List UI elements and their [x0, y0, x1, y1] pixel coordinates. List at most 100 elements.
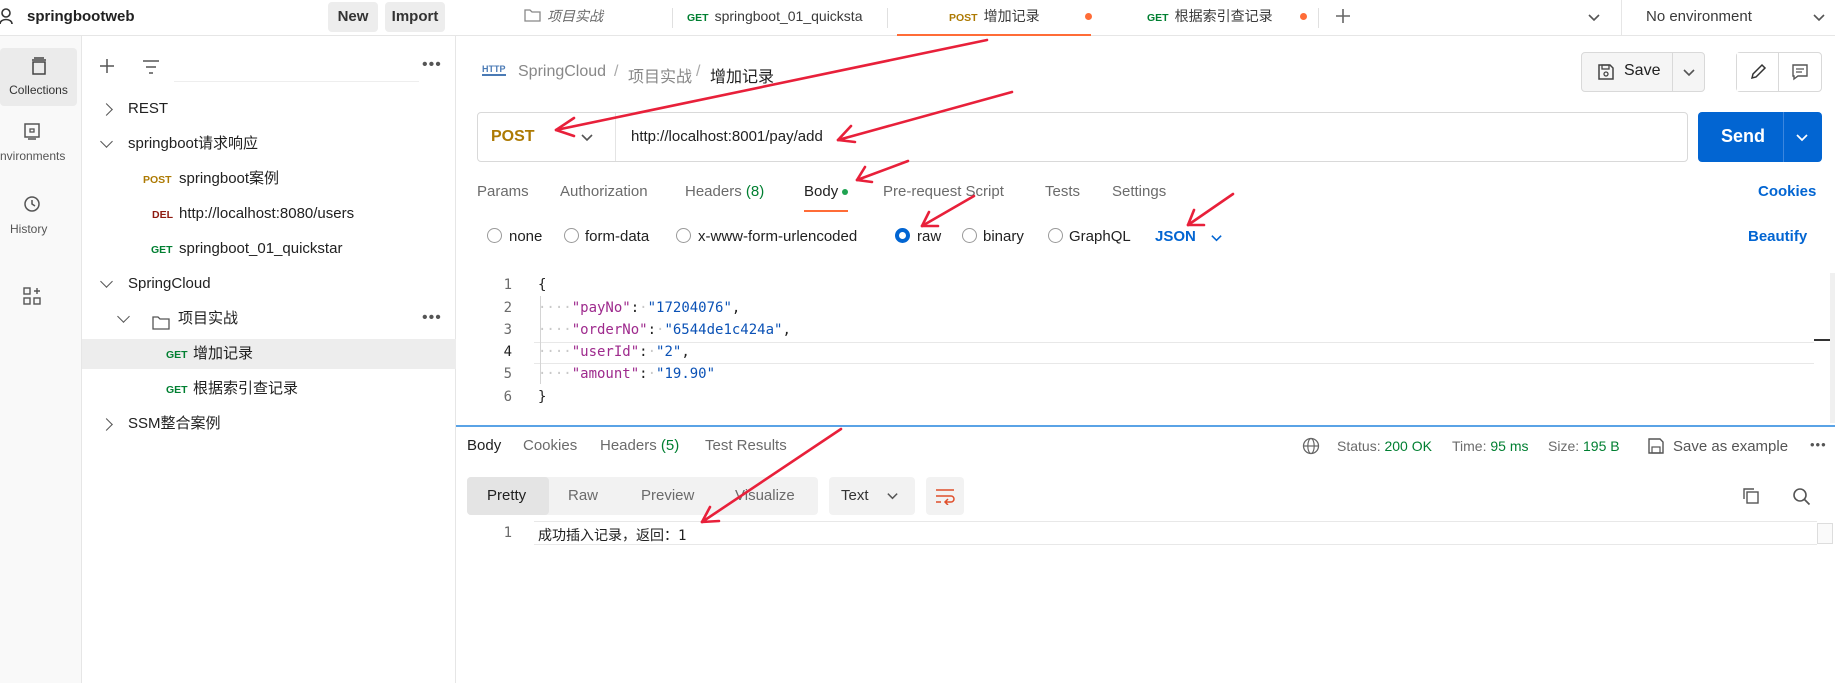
unsaved-dot [1300, 13, 1307, 20]
tab-prerequest-script[interactable]: Pre-request Script [883, 183, 1004, 200]
configure-workspace-icon[interactable] [22, 286, 42, 310]
response-status[interactable]: Status: 200 OK [1337, 438, 1432, 454]
save-as-example-button[interactable]: Save as example [1673, 438, 1788, 455]
tab-project[interactable]: 项目实战 [524, 0, 674, 34]
radio-binary[interactable] [962, 228, 977, 243]
tab-authorization[interactable]: Authorization [560, 183, 648, 200]
tree-item-label: springboot案例 [179, 170, 280, 187]
more-options-icon[interactable]: ••• [422, 303, 442, 333]
tree-item-label: 根据索引查记录 [193, 380, 299, 397]
send-button[interactable]: Send [1698, 112, 1822, 162]
code-line: ····"amount":·"19.90" [538, 366, 716, 382]
save-dropdown-icon[interactable] [1682, 65, 1696, 83]
editor-scrollbar[interactable] [1830, 273, 1835, 423]
tree-request-add-record[interactable]: GET 增加记录 [82, 339, 456, 369]
body-format-selector[interactable]: JSON [1155, 228, 1196, 245]
json-key: "amount" [571, 366, 640, 382]
response-tab-test-results[interactable]: Test Results [705, 437, 787, 454]
breadcrumb-separator: / [614, 63, 619, 80]
response-size[interactable]: Size: 195 B [1548, 438, 1620, 454]
breadcrumb-springcloud[interactable]: SpringCloud [518, 63, 606, 81]
response-format-label: Text [841, 487, 869, 504]
tab-query-record[interactable]: GET 根据索引查记录 [1147, 0, 1317, 34]
sidebar-item-collections[interactable]: Collections [0, 48, 77, 106]
tab-tests[interactable]: Tests [1045, 183, 1080, 200]
breadcrumb-project[interactable]: 项目实战 [628, 63, 692, 87]
sidebar-item-environments[interactable]: nvironments [0, 121, 80, 176]
annotation-arrow [855, 159, 910, 182]
view-raw[interactable]: Raw [568, 487, 598, 504]
view-preview[interactable]: Preview [641, 487, 694, 504]
tree-request-quickstart[interactable]: GET springboot_01_quickstar [82, 234, 456, 264]
tree-folder-project[interactable]: 项目实战 ••• [82, 304, 456, 334]
radio-form-data[interactable] [564, 228, 579, 243]
beautify-link[interactable]: Beautify [1748, 228, 1807, 245]
comment-icon[interactable] [1791, 63, 1809, 85]
json-key: "userId" [571, 344, 640, 360]
url-input[interactable]: http://localhost:8001/pay/add [631, 128, 823, 145]
save-button[interactable]: Save [1581, 52, 1705, 92]
view-pretty[interactable]: Pretty [467, 477, 549, 515]
method-selector[interactable]: POST [478, 113, 616, 161]
workspace-name[interactable]: springbootweb [27, 8, 135, 25]
send-dropdown-icon[interactable] [1795, 130, 1809, 148]
response-divider[interactable] [456, 425, 1835, 427]
status-value: 200 OK [1384, 438, 1432, 454]
editor-scroll-thumb[interactable] [1814, 339, 1830, 341]
method-badge: GET [1147, 12, 1169, 24]
new-button[interactable]: New [328, 2, 378, 32]
environment-selector[interactable]: No environment [1646, 8, 1752, 25]
tree-request-springboot-case[interactable]: POST springboot案例 [82, 164, 456, 194]
tab-params[interactable]: Params [477, 183, 529, 200]
search-icon[interactable] [1792, 487, 1811, 510]
import-button[interactable]: Import [385, 2, 445, 32]
radio-raw[interactable] [895, 228, 910, 243]
wrap-lines-button[interactable] [926, 477, 964, 515]
view-visualize[interactable]: Visualize [735, 487, 795, 504]
sidebar-item-history[interactable]: History [0, 194, 65, 249]
response-tab-body[interactable]: Body [467, 437, 501, 454]
json-key: "orderNo" [571, 322, 648, 338]
add-collection-icon[interactable] [98, 57, 116, 79]
breadcrumb-current: 增加记录 [710, 69, 775, 86]
tree-folder-rest[interactable]: REST [82, 94, 456, 124]
copy-icon[interactable] [1742, 487, 1760, 509]
save-example-icon[interactable] [1647, 437, 1665, 459]
response-time[interactable]: Time: 95 ms [1452, 438, 1529, 454]
tree-folder-ssm[interactable]: SSM整合案例 [82, 409, 456, 439]
new-tab-icon[interactable] [1333, 6, 1353, 30]
response-tab-cookies[interactable]: Cookies [523, 437, 577, 454]
cookies-link[interactable]: Cookies [1758, 183, 1816, 200]
tab-quickstart[interactable]: GET springboot_01_quicksta [687, 0, 887, 34]
response-tab-headers[interactable]: Headers (5) [600, 437, 679, 454]
response-more-icon[interactable]: ••• [1810, 437, 1827, 452]
response-format-selector[interactable]: Text [829, 477, 915, 515]
response-scrollbar[interactable] [1817, 523, 1833, 544]
radio-urlencoded[interactable] [676, 228, 691, 243]
tree-request-delete-users[interactable]: DEL http://localhost:8080/users [82, 199, 456, 229]
tabs-dropdown-icon[interactable] [1587, 10, 1601, 28]
chevron-right-icon [100, 418, 113, 431]
unsaved-dot [1085, 13, 1092, 20]
environment-dropdown-icon[interactable] [1812, 10, 1826, 28]
tab-add-record[interactable]: POST 增加记录 [897, 0, 1092, 36]
tree-item-label: springboot请求响应 [128, 135, 259, 152]
edit-icon[interactable] [1737, 53, 1779, 91]
body-format-dropdown-icon[interactable] [1210, 231, 1223, 248]
radio-label: form-data [585, 228, 650, 245]
tree-request-query-record[interactable]: GET 根据索引查记录 [82, 374, 456, 404]
tab-body[interactable]: Body [804, 183, 849, 212]
headers-count: (5) [660, 437, 680, 454]
tab-headers[interactable]: Headers (8) [685, 183, 764, 200]
search-collections-input[interactable] [174, 54, 419, 82]
radio-graphql[interactable] [1048, 228, 1063, 243]
globe-icon[interactable] [1302, 437, 1320, 459]
tree-folder-springboot[interactable]: springboot请求响应 [82, 129, 456, 159]
filter-icon[interactable] [142, 59, 160, 79]
tab-divider [1318, 8, 1319, 28]
tab-settings[interactable]: Settings [1112, 183, 1166, 200]
more-options-icon[interactable]: ••• [422, 56, 442, 74]
tab-label: 根据索引查记录 [1174, 8, 1273, 24]
tree-folder-springcloud[interactable]: SpringCloud [82, 269, 456, 299]
radio-none[interactable] [487, 228, 502, 243]
